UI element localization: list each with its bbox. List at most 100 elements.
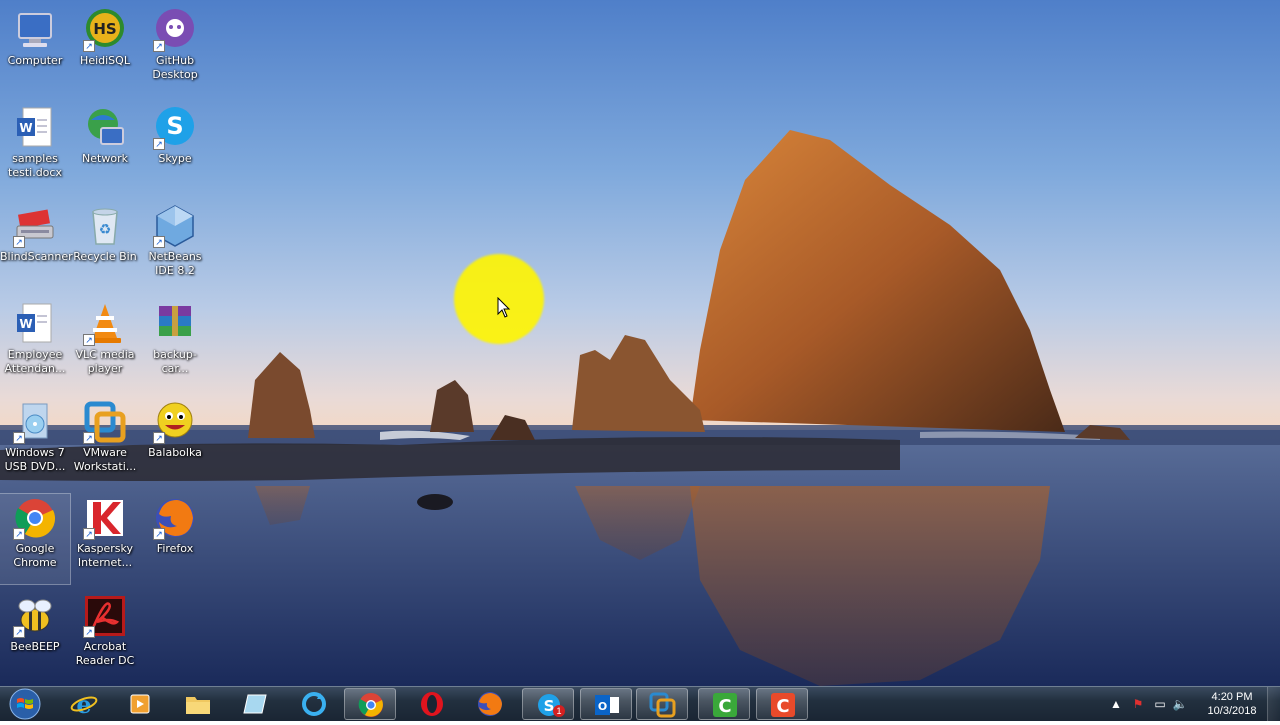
icon-label: VMware Workstati... (73, 446, 137, 473)
mouse-pointer-icon (497, 297, 511, 318)
acrobat-icon: ↗ (83, 594, 127, 638)
computer-icon (13, 8, 57, 52)
taskbar-refresh-app[interactable] (288, 688, 340, 720)
winrar-icon (153, 302, 197, 346)
desktop-icon-network[interactable]: Network (70, 104, 140, 194)
desktop-icon-blindscanner[interactable]: ↗ BlindScanner (0, 202, 73, 292)
desktop-icon-beebeep[interactable]: ↗ BeeBEEP (0, 592, 70, 682)
opera-icon (421, 692, 443, 716)
icon-label: NetBeans IDE 8.2 (148, 250, 202, 277)
desktop-icon-skype[interactable]: S ↗ Skype (140, 104, 210, 194)
taskbar-media-player[interactable] (114, 688, 166, 720)
desktop-icon-firefox[interactable]: ↗ Firefox (140, 494, 210, 584)
desktop-icon-vmware[interactable]: ↗ VMware Workstati... (70, 398, 140, 488)
beebeep-icon: ↗ (13, 594, 57, 638)
taskbar-firefox[interactable] (464, 688, 516, 720)
firefox-icon (478, 692, 502, 716)
icon-label: backup-car... (153, 348, 197, 375)
desktop-icon-kaspersky[interactable]: ↗ Kaspersky Internet... (70, 494, 140, 584)
shortcut-arrow-icon: ↗ (153, 138, 165, 150)
shortcut-arrow-icon: ↗ (153, 40, 165, 52)
taskbar-camtasia-recorder[interactable]: C (756, 688, 808, 720)
taskbar: e S 1 O C C ▲ ⚑ ▭ 🔈 4:20 PM 10/3/2018 (0, 686, 1280, 721)
icon-label: Acrobat Reader DC (75, 640, 135, 667)
shortcut-arrow-icon: ↗ (83, 334, 95, 346)
network-status-icon[interactable]: ▭ (1152, 696, 1168, 712)
desktop-icon-recycle-bin[interactable]: ♻ Recycle Bin (70, 202, 140, 292)
desktop[interactable]: Computer HS ↗ HeidiSQL ↗ GitHub Desktop … (0, 0, 1280, 686)
svg-text:W: W (19, 121, 32, 135)
desktop-icon-windows7-usb-dvd[interactable]: ↗ Windows 7 USB DVD... (0, 398, 70, 488)
taskbar-opera[interactable] (406, 688, 458, 720)
svg-text:e: e (76, 691, 91, 717)
desktop-icon-github[interactable]: ↗ GitHub Desktop (140, 6, 210, 96)
desktop-icon-employee-attendance[interactable]: W Employee Attendan... (0, 300, 70, 390)
taskbar-camtasia[interactable]: C (698, 688, 750, 720)
desktop-icon-balabolka[interactable]: ↗ Balabolka (140, 398, 210, 488)
kaspersky-icon: ↗ (83, 496, 127, 540)
svg-text:C: C (718, 696, 731, 717)
svg-text:W: W (19, 317, 32, 331)
desktop-icon-samples-docx[interactable]: W samples testi.docx (0, 104, 70, 194)
icon-label: Employee Attendan... (4, 348, 66, 375)
camtasia-icon: C (713, 693, 737, 717)
svg-text:♻: ♻ (99, 221, 112, 237)
start-button[interactable] (4, 688, 46, 720)
desktop-icon-backup-archive[interactable]: backup-car... (140, 300, 210, 390)
github-icon: ↗ (153, 8, 197, 52)
skype-icon: S ↗ (153, 106, 197, 150)
chrome-icon (358, 693, 383, 717)
taskbar-outlook[interactable]: O (580, 688, 632, 720)
shortcut-arrow-icon: ↗ (83, 528, 95, 540)
taskbar-notes[interactable] (230, 688, 282, 720)
show-hidden-icons-icon[interactable]: ▲ (1108, 696, 1124, 712)
network-icon (83, 106, 127, 150)
clock-date: 10/3/2018 (1207, 705, 1257, 717)
taskbar-vmware[interactable] (636, 688, 688, 720)
taskbar-internet-explorer[interactable]: e (58, 688, 110, 720)
word-document-icon: W (13, 302, 57, 346)
outlook-icon: O (595, 695, 619, 715)
internet-explorer-icon: e (70, 691, 98, 717)
vmware-icon (649, 692, 676, 718)
icon-label: Network (82, 152, 128, 165)
shortcut-arrow-icon: ↗ (83, 40, 95, 52)
icon-label: Skype (158, 152, 192, 165)
icon-label: BlindScanner (0, 250, 73, 263)
shortcut-arrow-icon: ↗ (13, 626, 25, 638)
desktop-icon-netbeans[interactable]: ↗ NetBeans IDE 8.2 (140, 202, 210, 292)
camtasia-recorder-icon: C (771, 693, 795, 717)
desktop-icon-vlc[interactable]: ↗ VLC media player (70, 300, 140, 390)
show-desktop-button[interactable] (1267, 687, 1280, 721)
volume-icon[interactable]: 🔈 (1172, 696, 1188, 712)
recycle-bin-icon: ♻ (83, 204, 127, 248)
clock[interactable]: 4:20 PM 10/3/2018 (1202, 690, 1262, 718)
chrome-icon: ↗ (13, 496, 57, 540)
icon-label: Kaspersky Internet... (77, 542, 133, 569)
notes-icon (243, 694, 267, 714)
desktop-icon-computer[interactable]: Computer (0, 6, 70, 96)
taskbar-skype[interactable]: S 1 (522, 688, 574, 720)
icon-label: Balabolka (148, 446, 202, 459)
desktop-icon-google-chrome[interactable]: ↗ Google Chrome (0, 493, 71, 585)
icon-label: Google Chrome (13, 542, 57, 569)
shortcut-arrow-icon: ↗ (153, 432, 165, 444)
file-explorer-icon (186, 697, 210, 714)
taskbar-file-explorer[interactable] (172, 688, 224, 720)
svg-text:S: S (166, 112, 183, 140)
notification-badge: 1 (553, 705, 565, 717)
desktop-icon-heidisql[interactable]: HS ↗ HeidiSQL (70, 6, 140, 96)
shortcut-arrow-icon: ↗ (153, 236, 165, 248)
icon-label: VLC media player (75, 348, 135, 375)
shortcut-arrow-icon: ↗ (13, 236, 25, 248)
shortcut-arrow-icon: ↗ (83, 626, 95, 638)
netbeans-icon: ↗ (153, 204, 197, 248)
usb-dvd-tool-icon: ↗ (13, 400, 57, 444)
word-document-icon: W (13, 106, 57, 150)
vmware-icon: ↗ (83, 400, 127, 444)
vlc-icon: ↗ (83, 302, 127, 346)
refresh-app-icon (302, 692, 326, 716)
action-center-flag-icon[interactable]: ⚑ (1130, 696, 1146, 712)
taskbar-google-chrome[interactable] (344, 688, 396, 720)
desktop-icon-acrobat[interactable]: ↗ Acrobat Reader DC (70, 592, 140, 682)
